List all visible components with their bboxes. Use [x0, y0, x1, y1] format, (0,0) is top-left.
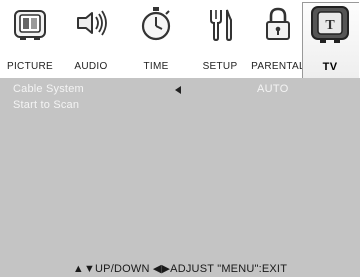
left-arrow-icon[interactable]	[175, 86, 181, 94]
navigation-hint: ▲▼UP/DOWN ◀▶ADJUST "MENU":EXIT	[72, 263, 288, 275]
tab-audio-label: AUDIO	[74, 61, 108, 72]
tools-icon	[210, 9, 232, 42]
tab-parental-label: PARENTAL	[251, 61, 305, 72]
tab-setup-label: SETUP	[202, 61, 238, 72]
cable-system-value: AUTO	[257, 83, 289, 95]
tab-time[interactable]: TIME	[122, 0, 190, 78]
tab-audio[interactable]: AUDIO	[60, 0, 122, 78]
menu-bar: PICTURE AUDIO TIME SETUP PARENTAL T TV	[0, 0, 360, 79]
svg-text:T: T	[325, 18, 335, 33]
tab-setup[interactable]: SETUP	[190, 0, 250, 78]
tab-tv[interactable]: T TV	[300, 0, 360, 79]
padlock-icon	[266, 7, 290, 40]
settings-panel: Cable System AUTO Start to Scan ▲▼UP/DOW…	[0, 78, 360, 277]
audio-icon	[77, 10, 107, 36]
tab-time-label: TIME	[143, 61, 169, 72]
start-to-scan-item[interactable]: Start to Scan	[13, 99, 79, 111]
tab-picture-label: PICTURE	[7, 61, 53, 72]
tab-parental[interactable]: PARENTAL	[250, 0, 306, 78]
tab-picture[interactable]: PICTURE	[0, 0, 60, 78]
picture-icon	[14, 10, 46, 40]
tv-osd-screen: PICTURE AUDIO TIME SETUP PARENTAL T TV C…	[0, 0, 360, 277]
tv-icon: T	[311, 6, 349, 43]
stopwatch-icon	[141, 7, 171, 41]
cable-system-label[interactable]: Cable System	[13, 83, 84, 95]
tab-tv-label: TV	[322, 61, 338, 73]
